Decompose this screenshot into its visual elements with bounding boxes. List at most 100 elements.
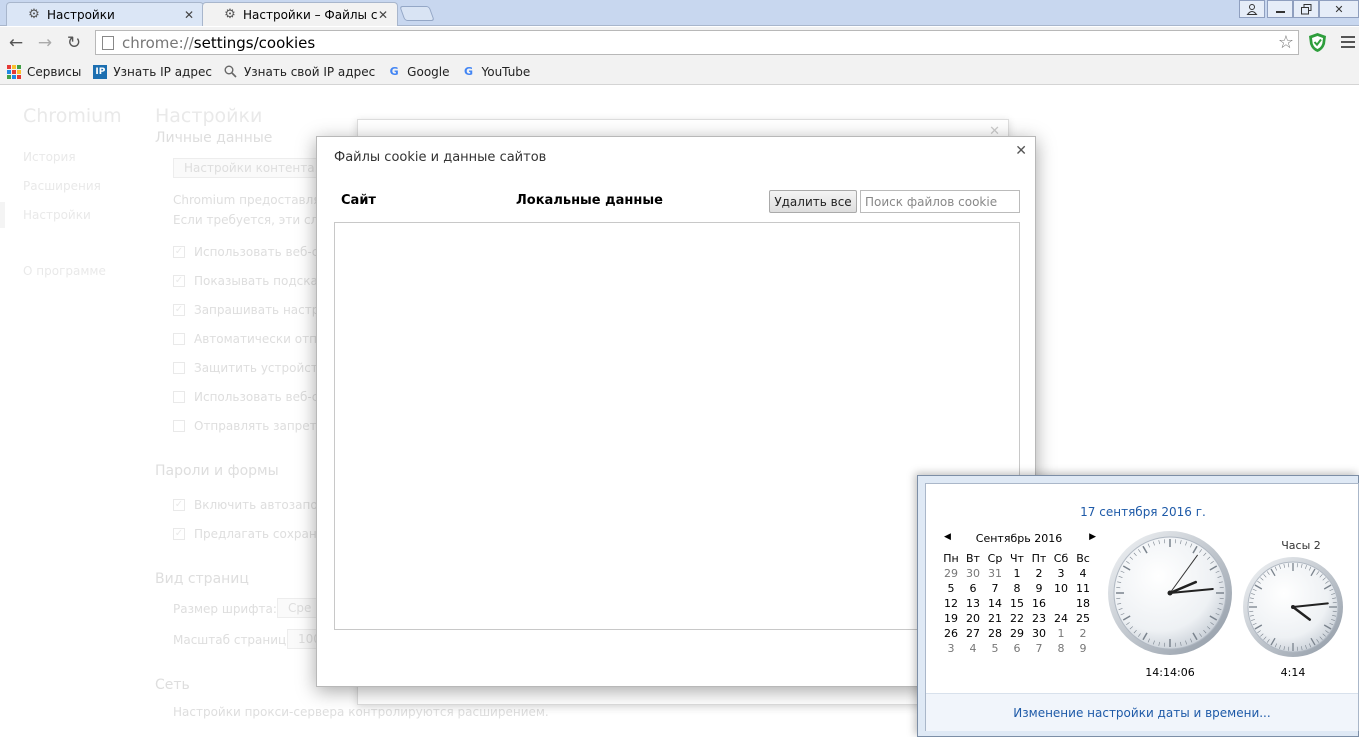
calendar-day[interactable]: 5 bbox=[984, 642, 1006, 656]
browser-toolbar: ← → ↻ chrome://settings/cookies ☆ bbox=[0, 27, 1359, 59]
calendar-day[interactable]: 24 bbox=[1050, 612, 1072, 626]
calendar-day[interactable]: 2 bbox=[1028, 567, 1050, 581]
bookmark-my-ip[interactable]: Узнать свой IP адрес bbox=[224, 65, 375, 79]
bookmark-ip[interactable]: IP Узнать IP адрес bbox=[93, 64, 212, 79]
weekday-header: Вс bbox=[1076, 552, 1090, 565]
next-month-icon[interactable]: ▶ bbox=[1089, 532, 1096, 542]
calendar-day[interactable]: 22 bbox=[1006, 612, 1028, 626]
calendar-day[interactable]: 6 bbox=[1006, 642, 1028, 656]
clock-calendar-popup: 17 сентября 2016 г. ◀ Сентябрь 2016 ▶ Пн… bbox=[917, 475, 1359, 737]
clock-calendar-panel: 17 сентября 2016 г. ◀ Сентябрь 2016 ▶ Пн… bbox=[925, 483, 1359, 731]
calendar-day[interactable]: 20 bbox=[962, 612, 984, 626]
calendar-day[interactable]: 7 bbox=[984, 582, 1006, 596]
bookmark-youtube[interactable]: G YouTube bbox=[462, 64, 531, 79]
bookmark-services[interactable]: Сервисы bbox=[7, 64, 82, 79]
calendar-day[interactable]: 3 bbox=[940, 642, 962, 656]
shield-extension-icon[interactable] bbox=[1308, 32, 1327, 53]
reload-button[interactable]: ↻ bbox=[63, 32, 85, 54]
calendar-day[interactable]: 4 bbox=[1072, 567, 1094, 581]
weekday-header: Сб bbox=[1053, 552, 1069, 565]
calendar-day[interactable]: 16 bbox=[1028, 597, 1050, 611]
calendar-day[interactable]: 28 bbox=[984, 627, 1006, 641]
weekday-header: Ср bbox=[987, 552, 1003, 565]
calendar-day[interactable]: 4 bbox=[962, 642, 984, 656]
window-close-button[interactable]: ✕ bbox=[1319, 0, 1359, 18]
minimize-button[interactable] bbox=[1267, 0, 1293, 18]
calendar-day[interactable]: 10 bbox=[1050, 582, 1072, 596]
restore-button[interactable] bbox=[1293, 0, 1319, 18]
clock-2-time: 4:14 bbox=[1280, 666, 1306, 679]
weekday-header: Вт bbox=[966, 552, 980, 565]
address-bar[interactable]: chrome://settings/cookies ☆ bbox=[95, 30, 1299, 55]
calendar-day[interactable]: 1 bbox=[1050, 627, 1072, 641]
calendar-day[interactable]: 23 bbox=[1028, 612, 1050, 626]
tab-settings[interactable]: ⚙ Настройки ✕ bbox=[6, 2, 204, 26]
close-icon[interactable]: ✕ bbox=[1015, 143, 1027, 159]
calendar-day[interactable]: 21 bbox=[984, 612, 1006, 626]
calendar-day[interactable]: 12 bbox=[940, 597, 962, 611]
calendar-day[interactable]: 3 bbox=[1050, 567, 1072, 581]
tab-close-icon[interactable]: ✕ bbox=[183, 8, 195, 22]
calendar-day[interactable]: 25 bbox=[1072, 612, 1094, 626]
minimize-icon bbox=[1275, 11, 1285, 13]
calendar-day[interactable]: 13 bbox=[962, 597, 984, 611]
menu-icon[interactable] bbox=[1341, 36, 1355, 51]
calendar-day[interactable]: 6 bbox=[962, 582, 984, 596]
cookie-search-input[interactable] bbox=[860, 190, 1020, 213]
gear-icon: ⚙ bbox=[224, 7, 236, 22]
calendar-day[interactable]: 8 bbox=[1006, 582, 1028, 596]
weekday-header: Чт bbox=[1010, 552, 1024, 565]
calendar-day[interactable]: 15 bbox=[1006, 597, 1028, 611]
calendar-day[interactable]: 11 bbox=[1072, 582, 1094, 596]
bookmark-label: Сервисы bbox=[27, 64, 82, 79]
calendar-day[interactable]: 30 bbox=[962, 567, 984, 581]
tab-title: Настройки – Файлы cookie bbox=[243, 7, 377, 22]
bookmark-label: YouTube bbox=[481, 64, 531, 79]
dialog-title: Файлы cookie и данные сайтов bbox=[334, 150, 547, 165]
reload-icon: ↻ bbox=[66, 33, 82, 53]
ip-icon: IP bbox=[93, 64, 108, 79]
calendar-day[interactable]: 7 bbox=[1028, 642, 1050, 656]
calendar-day[interactable]: 2 bbox=[1072, 627, 1094, 641]
calendar-day[interactable]: 14 bbox=[984, 597, 1006, 611]
column-header-site: Сайт bbox=[341, 193, 376, 208]
calendar-month[interactable]: Сентябрь 2016 bbox=[976, 532, 1062, 545]
clock-2-title: Часы 2 bbox=[1281, 539, 1321, 552]
weekday-header: Пн bbox=[943, 552, 959, 565]
tab-close-icon[interactable]: ✕ bbox=[377, 8, 389, 22]
calendar-day[interactable]: 19 bbox=[940, 612, 962, 626]
calendar-day[interactable]: 9 bbox=[1072, 642, 1094, 656]
calendar-day[interactable]: 18 bbox=[1072, 597, 1094, 611]
calendar-day[interactable]: 29 bbox=[1006, 627, 1028, 641]
calendar-day[interactable]: 8 bbox=[1050, 642, 1072, 656]
analog-clock bbox=[1108, 531, 1232, 655]
calendar-day-today[interactable]: 17 bbox=[1050, 597, 1072, 611]
calendar-day[interactable]: 1 bbox=[1006, 567, 1028, 581]
arrow-left-icon: ← bbox=[8, 33, 24, 53]
forward-button[interactable]: → bbox=[34, 32, 56, 54]
tab-cookies[interactable]: ⚙ Настройки – Файлы cookie ✕ bbox=[202, 2, 398, 26]
bookmark-google[interactable]: G Google bbox=[387, 65, 450, 79]
calendar-day[interactable]: 9 bbox=[1028, 582, 1050, 596]
page-icon bbox=[102, 35, 114, 50]
search-icon bbox=[224, 65, 238, 79]
prev-month-icon[interactable]: ◀ bbox=[944, 532, 951, 542]
new-tab-button[interactable] bbox=[399, 6, 435, 21]
url-path: settings/cookies bbox=[193, 33, 316, 52]
change-date-time-link[interactable]: Изменение настройки даты и времени... bbox=[926, 706, 1358, 720]
url-scheme: chrome:// bbox=[122, 33, 194, 52]
calendar-day[interactable]: 29 bbox=[940, 567, 962, 581]
user-profile-button[interactable] bbox=[1239, 0, 1265, 18]
calendar-day[interactable]: 5 bbox=[940, 582, 962, 596]
full-date-link[interactable]: 17 сентября 2016 г. bbox=[926, 505, 1359, 519]
calendar-day[interactable]: 30 bbox=[1028, 627, 1050, 641]
tab-strip: ⚙ Настройки ✕ ⚙ Настройки – Файлы cookie… bbox=[0, 0, 1359, 26]
analog-clock-2 bbox=[1243, 557, 1343, 657]
back-button[interactable]: ← bbox=[5, 32, 27, 54]
calendar: ◀ Сентябрь 2016 ▶ Пн Вт Ср Чт Пт Сб Вс 29 30 31 1 2… bbox=[940, 532, 1098, 656]
calendar-day[interactable]: 31 bbox=[984, 567, 1006, 581]
delete-all-button[interactable]: Удалить все bbox=[769, 190, 857, 213]
bookmark-star-icon[interactable]: ☆ bbox=[1278, 32, 1294, 53]
calendar-day[interactable]: 26 bbox=[940, 627, 962, 641]
calendar-day[interactable]: 27 bbox=[962, 627, 984, 641]
